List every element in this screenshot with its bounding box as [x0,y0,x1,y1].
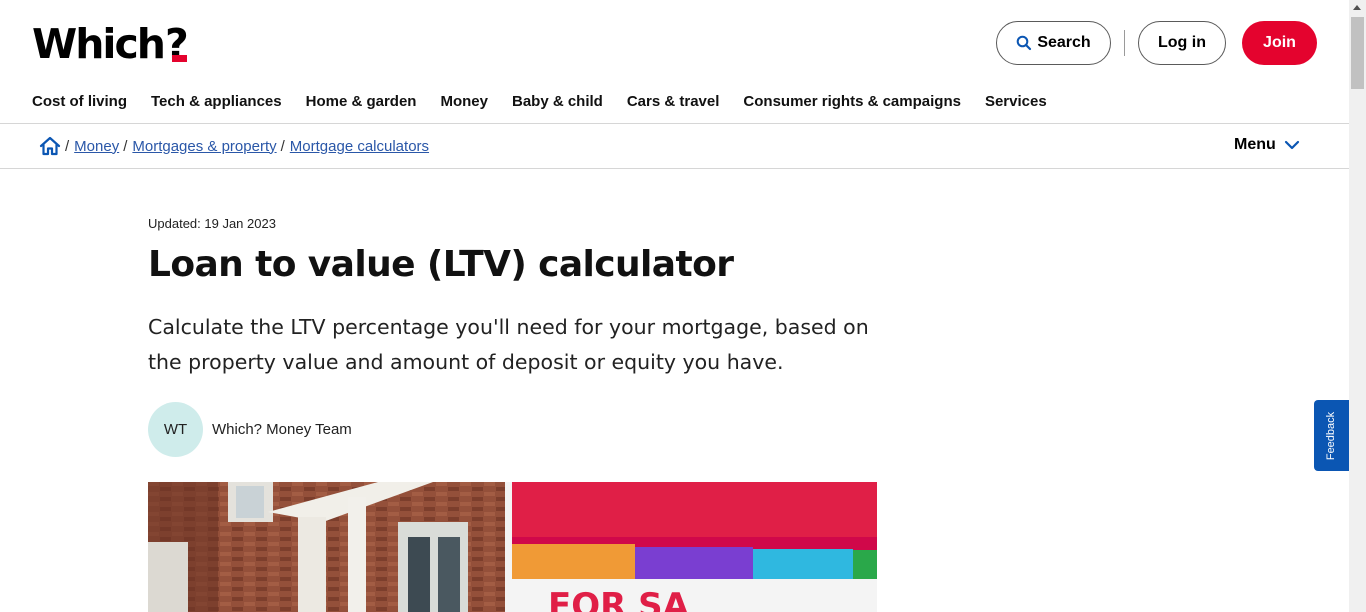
breadcrumb-money[interactable]: Money [74,138,119,155]
chevron-down-icon [1284,140,1299,150]
page-title: Loan to value (LTV) calculator [148,244,734,285]
menu-label: Menu [1234,136,1276,153]
home-icon[interactable] [39,136,61,156]
hero-image: FOR SA [148,482,877,612]
feedback-label: Feedback [1325,411,1338,460]
article-standfirst: Calculate the LTV percentage you'll need… [148,315,869,374]
scrollbar-thumb[interactable] [1351,17,1364,89]
house-for-sale-photo: FOR SA [148,482,877,612]
author-byline[interactable]: WT Which? Money Team [148,402,352,457]
nav-item-cars-travel[interactable]: Cars & travel [627,92,720,112]
author-name: Which? Money Team [212,421,352,438]
section-menu-button[interactable]: Menu [1234,136,1300,154]
breadcrumb-mortgage-calculators[interactable]: Mortgage calculators [290,138,429,155]
nav-item-consumer-rights[interactable]: Consumer rights & campaigns [743,92,961,112]
logo-wordmark: Which [32,20,166,68]
updated-date: Updated: 19 Jan 2023 [148,216,276,231]
search-icon [1017,35,1032,51]
logo-question-mark: ? [164,20,189,68]
breadcrumb-mortgages-property[interactable]: Mortgages & property [132,138,276,155]
nav-item-services[interactable]: Services [985,92,1047,112]
breadcrumb-separator: / [123,137,128,155]
search-button[interactable]: Search [996,21,1111,65]
nav-item-money[interactable]: Money [440,92,488,112]
nav-item-baby-child[interactable]: Baby & child [512,92,603,112]
avatar: WT [148,402,203,457]
svg-text:FOR SA: FOR SA [548,586,690,612]
header-divider [1124,30,1125,56]
main-nav: Cost of living Tech & appliances Home & … [32,92,1071,112]
search-button-label: Search [1037,34,1091,51]
breadcrumb: / Money / Mortgages & property / Mortgag… [39,136,429,156]
breadcrumb-separator: / [65,137,70,155]
breadcrumb-bar: / Money / Mortgages & property / Mortgag… [0,124,1349,169]
nav-item-home-garden[interactable]: Home & garden [306,92,417,112]
which-logo[interactable]: Which ? [32,22,195,66]
scroll-up-arrow-icon[interactable] [1353,5,1361,10]
login-button[interactable]: Log in [1138,21,1226,65]
page-scrollbar[interactable] [1349,0,1366,612]
site-header: Which ? Search Log in Join Cost of livin… [0,0,1349,124]
join-button[interactable]: Join [1242,21,1317,65]
nav-item-tech-appliances[interactable]: Tech & appliances [151,92,282,112]
breadcrumb-separator: / [280,137,285,155]
feedback-tab[interactable]: Feedback [1314,400,1349,471]
nav-item-cost-of-living[interactable]: Cost of living [32,92,127,112]
